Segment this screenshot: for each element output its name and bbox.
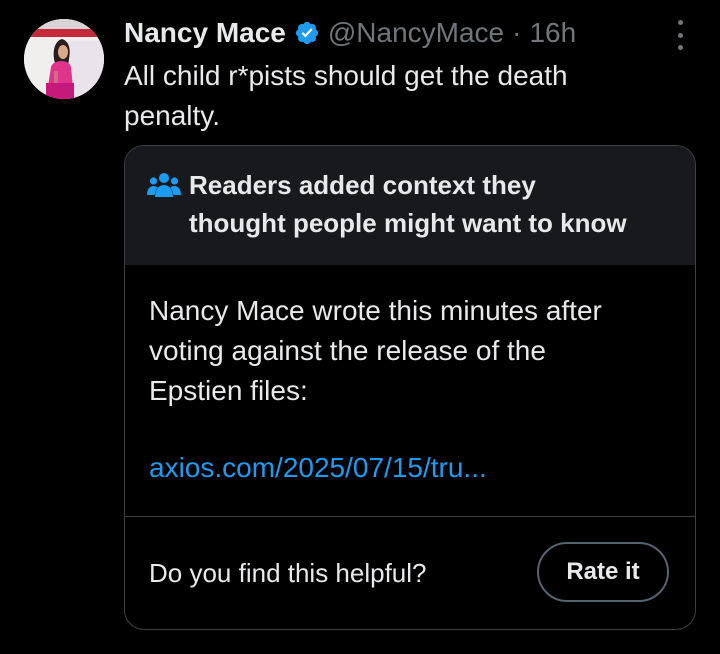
note-title-line: Readers added context they (189, 170, 536, 200)
author-display-name[interactable]: Nancy Mace (124, 17, 286, 49)
tweet-timestamp[interactable]: 16h (529, 17, 576, 49)
author-avatar[interactable] (24, 19, 104, 99)
people-icon (147, 172, 181, 203)
avatar-photo (24, 19, 104, 99)
community-note-title: Readers added context they thought peopl… (189, 166, 679, 242)
community-note-source-link[interactable]: axios.com/2025/07/15/tru... (149, 452, 487, 484)
helpful-prompt: Do you find this helpful? (149, 558, 427, 588)
tweet-text: All child r*pists should get the death p… (124, 56, 684, 136)
note-body-line: Nancy Mace wrote this minutes after (149, 295, 602, 326)
rate-it-button[interactable]: Rate it (537, 542, 669, 602)
author-handle[interactable]: @NancyMace (328, 17, 504, 49)
note-title-line: thought people might want to know (189, 208, 627, 238)
note-body-line: voting against the release of the (149, 335, 546, 366)
more-options-icon[interactable] (668, 20, 692, 50)
verified-badge-icon (294, 20, 320, 46)
tweet-text-line: All child r*pists should get the death (124, 60, 568, 91)
community-note-card: Readers added context they thought peopl… (124, 145, 696, 630)
community-note-body: Nancy Mace wrote this minutes after voti… (149, 291, 679, 411)
tweet-text-line: penalty. (124, 100, 220, 131)
tweet-header: Nancy Mace @NancyMace · 16h (124, 14, 576, 52)
header-separator: · (512, 17, 522, 48)
note-body-line: Epstien files: (149, 375, 308, 406)
note-divider (125, 516, 695, 517)
community-note-header: Readers added context they thought peopl… (125, 146, 695, 265)
